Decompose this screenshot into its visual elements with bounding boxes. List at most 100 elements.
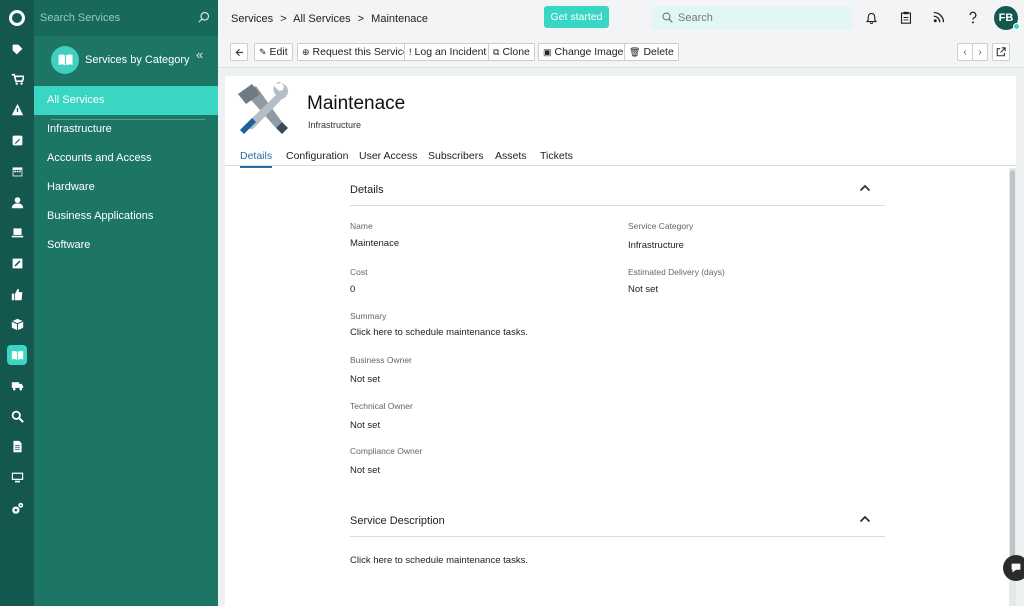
details-section-title: Details: [350, 184, 384, 196]
settings-icon[interactable]: [9, 500, 25, 516]
service-tabs: Details Configuration User Access Subscr…: [225, 144, 1016, 168]
service-detail-panel: Maintenace Infrastructure Details Config…: [225, 76, 1016, 606]
description-section-title: Service Description: [350, 515, 445, 527]
clipboard-icon[interactable]: [899, 10, 913, 24]
chat-bubble-icon[interactable]: [1003, 555, 1024, 581]
trash-icon: 🗑: [629, 46, 641, 57]
open-external-icon[interactable]: [992, 43, 1010, 61]
compliance-owner-label: Compliance Owner: [350, 446, 423, 456]
estimated-delivery-label: Estimated Delivery (days): [628, 267, 725, 277]
edit-button[interactable]: ✎ Edit: [254, 43, 293, 61]
sidebar-item-hardware[interactable]: Hardware: [34, 173, 218, 202]
breadcrumb-services[interactable]: Services: [231, 13, 273, 25]
notes-icon[interactable]: [9, 255, 25, 271]
laptop-icon[interactable]: [9, 224, 25, 240]
top-bar: Services > All Services > Maintenace Get…: [218, 0, 1024, 38]
delete-button[interactable]: 🗑 Delete: [624, 43, 679, 61]
category-list: All Services Infrastructure Accounts and…: [34, 86, 218, 260]
tab-user-access[interactable]: User Access: [359, 150, 417, 162]
clone-button[interactable]: ⧉ Clone: [488, 43, 535, 61]
tab-configuration[interactable]: Configuration: [286, 150, 348, 162]
thumbs-up-icon[interactable]: [9, 286, 25, 302]
collapse-sidebar-icon[interactable]: «: [196, 47, 203, 62]
warning-icon[interactable]: [9, 101, 25, 117]
rss-feed-icon[interactable]: [932, 10, 946, 24]
image-icon: ▣: [543, 46, 552, 57]
get-started-button[interactable]: Get started: [544, 6, 609, 28]
sidebar-search-input[interactable]: [40, 9, 190, 27]
sidebar-search-box: [34, 0, 218, 36]
breadcrumb-all-services[interactable]: All Services: [293, 13, 350, 25]
previous-record-button[interactable]: ‹: [957, 43, 973, 61]
search-icon: [662, 12, 673, 26]
app-logo-icon[interactable]: [9, 10, 25, 26]
app-icon-rail: [0, 0, 34, 606]
wrench-hammer-icon: [236, 81, 292, 134]
name-label: Name: [350, 221, 373, 231]
service-category-value: Infrastructure: [628, 240, 684, 251]
user-icon[interactable]: [9, 194, 25, 210]
log-incident-button[interactable]: ! Log an Incident: [404, 43, 492, 61]
action-toolbar: ✎ Edit ⊕ Request this Service ! Log an I…: [218, 38, 1024, 68]
description-section-header: Service Description: [350, 507, 885, 537]
breadcrumb-separator: >: [280, 13, 287, 25]
copy-icon: ⧉: [493, 46, 500, 57]
exclamation-icon: !: [409, 47, 412, 57]
cost-value: 0: [350, 284, 356, 295]
summary-value[interactable]: Click here to schedule maintenance tasks…: [350, 327, 528, 338]
edit-document-icon[interactable]: [9, 132, 25, 148]
breadcrumb-current: Maintenace: [371, 13, 429, 25]
cart-icon[interactable]: [9, 71, 25, 87]
document-icon[interactable]: [9, 438, 25, 454]
global-search-box: [652, 6, 852, 30]
sidebar-item-business-applications[interactable]: Business Applications: [34, 202, 218, 231]
tab-details[interactable]: Details: [240, 150, 273, 168]
truck-icon[interactable]: [9, 377, 25, 393]
global-search-input[interactable]: [678, 10, 838, 26]
tab-tickets[interactable]: Tickets: [540, 150, 573, 162]
business-owner-label: Business Owner: [350, 355, 412, 365]
tab-subscribers[interactable]: Subscribers: [428, 150, 483, 162]
request-service-button[interactable]: ⊕ Request this Service: [297, 43, 414, 61]
search-icon[interactable]: [198, 11, 210, 26]
business-owner-value: Not set: [350, 374, 381, 385]
help-icon[interactable]: [966, 10, 980, 24]
box-icon[interactable]: [9, 316, 25, 332]
notifications-bell-icon[interactable]: [864, 10, 878, 24]
calendar-icon[interactable]: [9, 163, 25, 179]
tab-assets[interactable]: Assets: [495, 150, 527, 162]
next-record-button[interactable]: ›: [972, 43, 988, 61]
content-scrollbar-thumb[interactable]: [1010, 170, 1015, 570]
details-section-header: Details: [350, 176, 885, 206]
summary-label: Summary: [350, 311, 387, 321]
sidebar-title: Services by Category: [85, 54, 190, 66]
plus-circle-icon: ⊕: [302, 46, 310, 57]
tag-icon[interactable]: [9, 41, 25, 57]
name-value: Maintenace: [350, 238, 400, 249]
monitor-icon[interactable]: [9, 469, 25, 485]
chevron-up-icon[interactable]: [859, 513, 871, 525]
compliance-owner-value: Not set: [350, 465, 381, 476]
sidebar-item-software[interactable]: Software: [34, 231, 218, 260]
change-image-button[interactable]: ▣ Change Image: [538, 43, 629, 61]
sidebar-item-infrastructure[interactable]: Infrastructure: [34, 115, 218, 144]
estimated-delivery-value: Not set: [628, 284, 659, 295]
sidebar-item-all-services[interactable]: All Services: [34, 86, 218, 115]
service-category-subtitle: Infrastructure: [308, 120, 362, 130]
chevron-up-icon[interactable]: [859, 182, 871, 194]
breadcrumb: Services > All Services > Maintenace: [231, 13, 432, 25]
sidebar-header: Services by Category «: [34, 36, 218, 120]
back-arrow-button[interactable]: [230, 43, 248, 61]
book-icon: [51, 46, 79, 74]
service-catalog-icon[interactable]: [7, 345, 27, 365]
search-icon[interactable]: [9, 408, 25, 424]
category-sidebar: Services by Category « All Services Infr…: [34, 0, 218, 606]
sidebar-item-accounts-and-access[interactable]: Accounts and Access: [34, 144, 218, 173]
technical-owner-value: Not set: [350, 420, 381, 431]
technical-owner-label: Technical Owner: [350, 401, 413, 411]
service-title: Maintenace: [307, 93, 406, 114]
pencil-icon: ✎: [259, 46, 267, 57]
online-status-indicator: [1013, 23, 1020, 30]
service-description-text[interactable]: Click here to schedule maintenance tasks…: [350, 555, 528, 566]
service-category-label: Service Category: [628, 221, 694, 231]
